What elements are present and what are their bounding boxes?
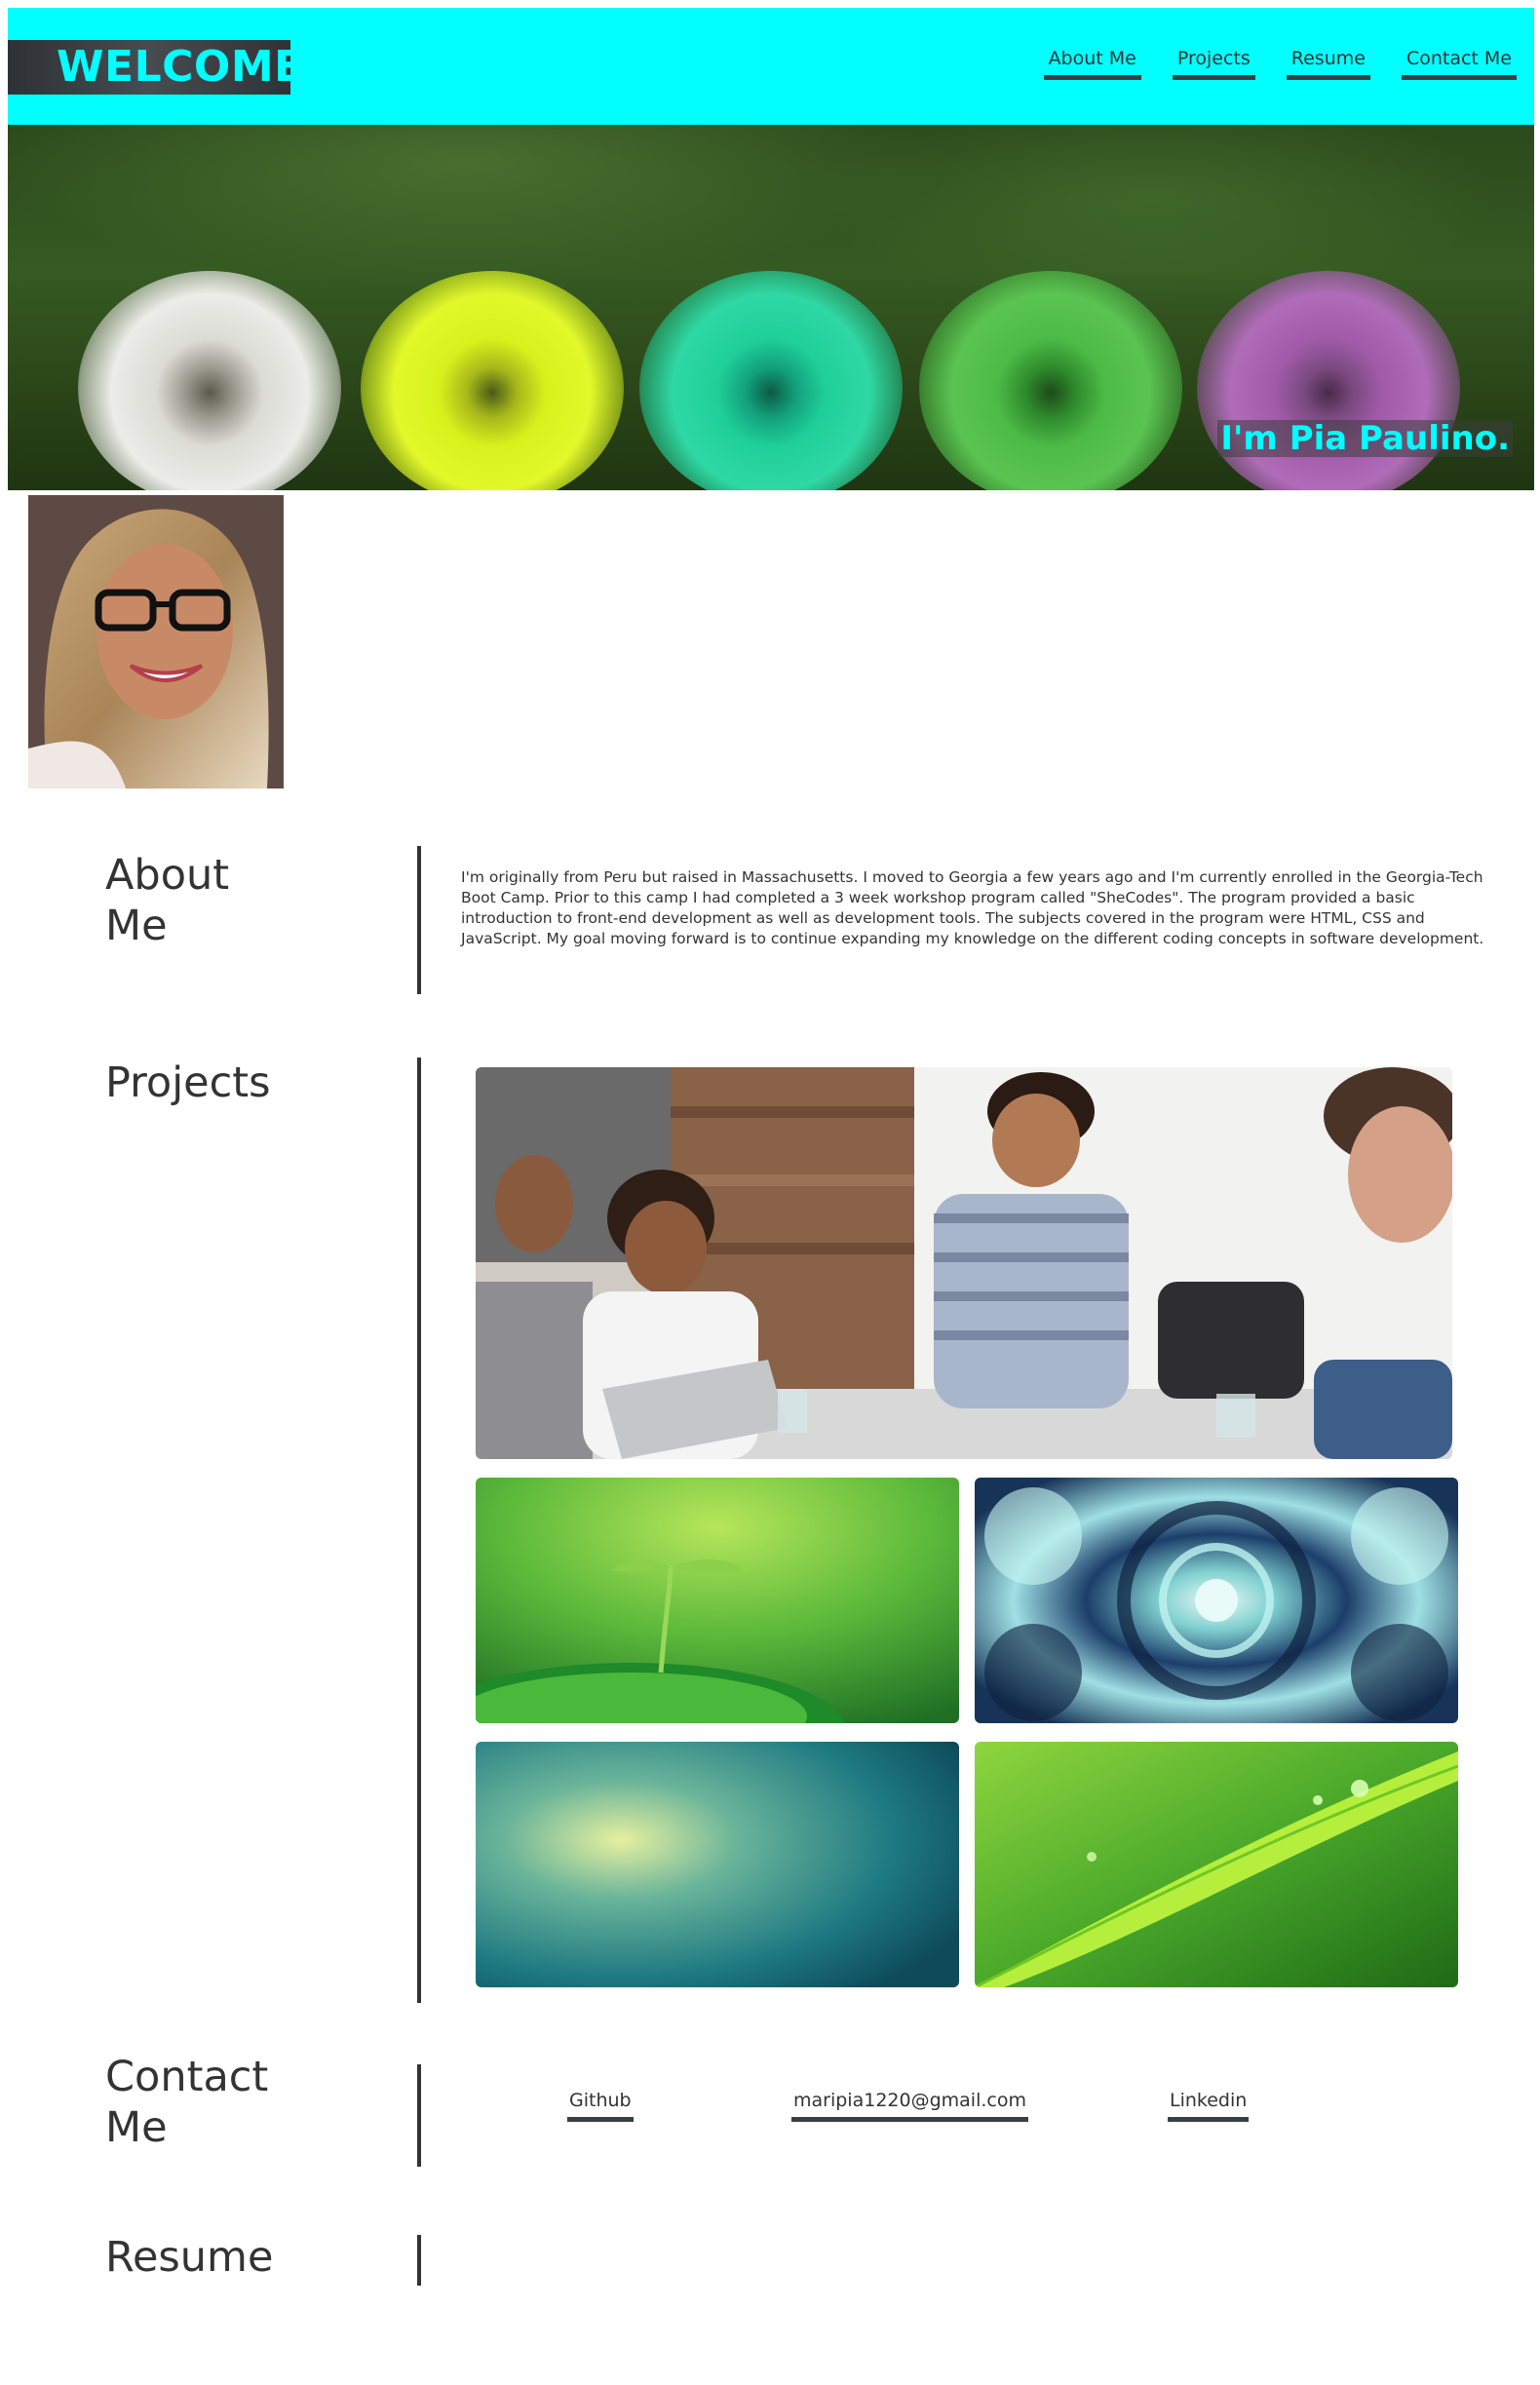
dandelion-white <box>78 271 341 490</box>
profile-photo <box>28 495 284 789</box>
kaleidoscope-photo-icon <box>975 1478 1458 1723</box>
about-text: I'm originally from Peru but raised in M… <box>461 868 1484 947</box>
hero-name-banner: I'm Pia Paulino. <box>1217 420 1513 457</box>
grass-blade-photo-icon <box>975 1742 1458 1987</box>
project-teal-gradient[interactable] <box>476 1742 959 1987</box>
seedling-photo-icon <box>476 1478 959 1723</box>
nav-projects[interactable]: Projects <box>1172 42 1255 80</box>
project-seedling[interactable] <box>476 1478 959 1723</box>
dandelion-teal <box>639 271 903 490</box>
linkedin-link[interactable]: Linkedin <box>1168 2088 1250 2122</box>
project-grass-blade[interactable] <box>975 1742 1458 1987</box>
nav-resume[interactable]: Resume <box>1286 42 1370 80</box>
main-nav: About Me Projects Resume Contact Me <box>1013 42 1517 80</box>
welcome-title: WELCOME! <box>8 40 324 95</box>
hero-banner: I'm Pia Paulino. <box>8 125 1534 490</box>
team-meeting-photo-icon <box>476 1067 1452 1459</box>
profile-photo-icon <box>28 495 284 789</box>
nav-about-me[interactable]: About Me <box>1043 42 1141 80</box>
contact-divider <box>417 2064 421 2167</box>
projects-divider <box>417 1058 421 2003</box>
about-divider <box>417 846 421 994</box>
dandelion-green <box>919 271 1182 490</box>
teal-gradient-photo-icon <box>476 1742 959 1987</box>
project-team-meeting[interactable] <box>476 1067 1452 1459</box>
contact-heading: Contact Me <box>105 2053 269 2152</box>
site-header: WELCOME! About Me Projects Resume Contac… <box>8 8 1534 125</box>
nav-contact-me[interactable]: Contact Me <box>1401 42 1517 80</box>
about-heading: About Me <box>105 851 230 950</box>
github-link[interactable]: Github <box>567 2088 634 2122</box>
project-kaleidoscope[interactable] <box>975 1478 1458 1723</box>
resume-heading: Resume <box>105 2233 274 2282</box>
dandelion-yellow <box>361 271 624 490</box>
projects-heading: Projects <box>105 1058 271 1107</box>
email-link[interactable]: maripia1220@gmail.com <box>791 2088 1028 2122</box>
resume-divider <box>417 2235 421 2286</box>
